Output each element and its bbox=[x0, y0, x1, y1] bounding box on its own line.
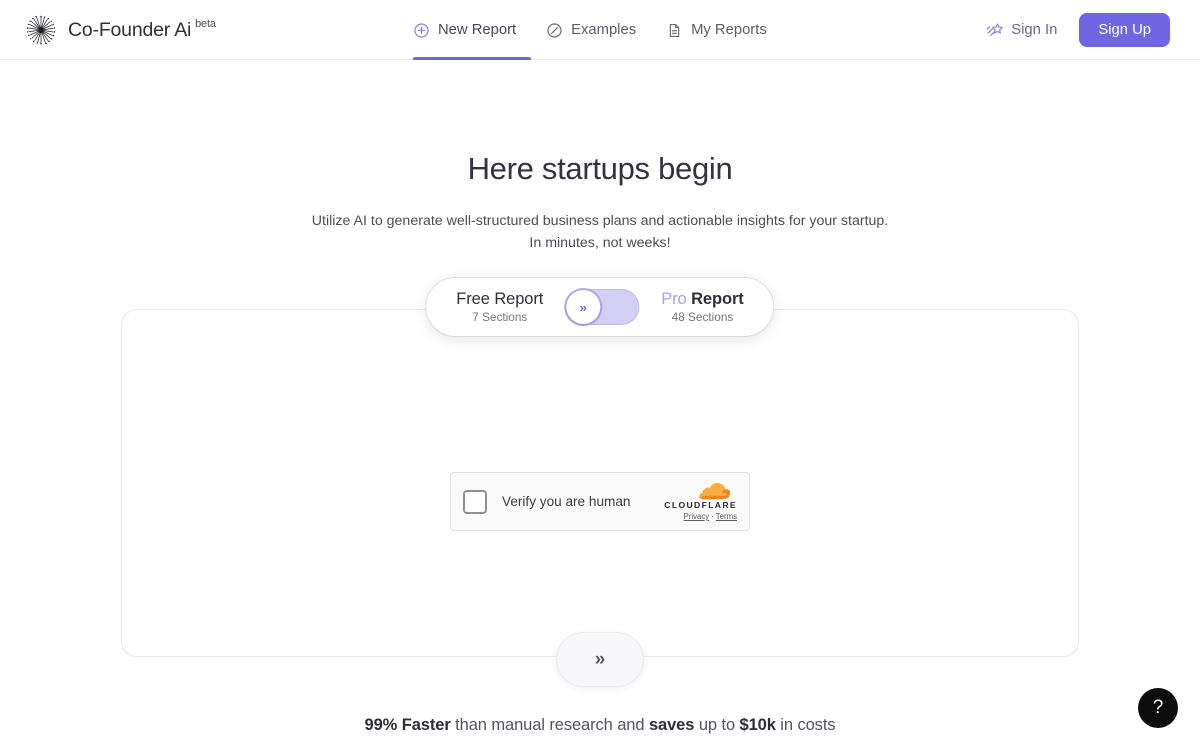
next-step-button[interactable]: » bbox=[556, 632, 644, 687]
question-mark-icon: ? bbox=[1152, 697, 1164, 718]
nav-label-examples: Examples bbox=[571, 22, 637, 38]
footnote-text-3: in costs bbox=[775, 716, 836, 734]
footnote-bold-saves: saves bbox=[648, 716, 695, 734]
nav-item-my-reports[interactable]: My Reports bbox=[651, 0, 782, 60]
privacy-link[interactable]: Privacy bbox=[684, 512, 710, 521]
header-actions: Sign In Sign Up bbox=[986, 0, 1170, 60]
plan-toggle-knob: » bbox=[566, 290, 601, 324]
hero-subtitle: Utilize AI to generate well-structured b… bbox=[0, 211, 1200, 254]
plan-free-title: Free Report bbox=[456, 289, 544, 308]
sign-in-button[interactable]: Sign In bbox=[986, 21, 1057, 39]
compass-icon bbox=[547, 22, 562, 38]
plan-toggle: Free Report 7 Sections » Pro Report 48 S… bbox=[426, 278, 774, 336]
app-header: Co-Founder Ai beta New Report Examples M… bbox=[0, 0, 1200, 60]
cloudflare-wordmark: CLOUDFLARE bbox=[664, 500, 737, 511]
hero-subtitle-line-1: Utilize AI to generate well-structured b… bbox=[311, 213, 889, 230]
hero-section: Here startups begin Utilize AI to genera… bbox=[0, 60, 1200, 254]
main-nav: New Report Examples My Reports bbox=[413, 0, 782, 60]
help-button[interactable]: ? bbox=[1138, 688, 1178, 728]
footnote-text-2: up to bbox=[694, 716, 740, 734]
footnote-bold-amount: $10k bbox=[739, 716, 776, 734]
cloudflare-links: Privacy · Terms bbox=[684, 511, 737, 521]
plan-toggle-switch[interactable]: » bbox=[565, 289, 640, 325]
verify-human-label: Verify you are human bbox=[502, 494, 631, 509]
sign-up-button[interactable]: Sign Up bbox=[1079, 13, 1170, 47]
plan-pro-title-rest: Report bbox=[686, 289, 744, 308]
double-chevron-right-icon: » bbox=[594, 648, 606, 670]
footnote-text-1: than manual research and bbox=[450, 716, 649, 734]
brand-title: Co-Founder Ai beta bbox=[68, 17, 216, 42]
footnote-bold-faster: 99% Faster bbox=[364, 716, 451, 734]
plan-free-sections: 7 Sections bbox=[472, 310, 528, 325]
plan-toggle-pill: Free Report 7 Sections » Pro Report 48 S… bbox=[426, 278, 774, 336]
shooting-star-icon bbox=[986, 23, 1003, 37]
cloudflare-turnstile-widget: Verify you are human CLOUDFLARE Privacy ·… bbox=[450, 472, 750, 531]
cloudflare-cloud-icon bbox=[699, 483, 731, 500]
verify-human-checkbox[interactable] bbox=[463, 489, 487, 514]
terms-link[interactable]: Terms bbox=[716, 512, 737, 521]
value-proposition-footnote: 99% Faster than manual research and save… bbox=[0, 716, 1200, 735]
document-icon bbox=[669, 23, 680, 37]
sign-in-label: Sign In bbox=[1011, 22, 1058, 38]
hero-subtitle-line-2: In minutes, not weeks! bbox=[529, 234, 671, 251]
nav-item-examples[interactable]: Examples bbox=[531, 0, 651, 60]
plan-pro-title: Pro Report bbox=[661, 289, 744, 308]
plus-circle-icon bbox=[414, 22, 429, 38]
nav-item-new-report[interactable]: New Report bbox=[413, 0, 532, 60]
double-chevron-right-icon: » bbox=[579, 299, 587, 315]
nav-label-new-report: New Report bbox=[438, 22, 517, 38]
plan-pro-title-accent: Pro bbox=[661, 289, 687, 308]
plan-pro-sections: 48 Sections bbox=[671, 310, 734, 325]
cloudflare-branding: CLOUDFLARE Privacy · Terms bbox=[664, 482, 737, 520]
starburst-logo-icon bbox=[26, 15, 56, 45]
page-title: Here startups begin bbox=[467, 151, 733, 186]
brand-logo-link[interactable]: Co-Founder Ai beta bbox=[26, 0, 216, 60]
plan-option-pro[interactable]: Pro Report 48 Sections bbox=[661, 289, 744, 325]
brand-beta-badge: beta bbox=[195, 17, 216, 30]
nav-label-my-reports: My Reports bbox=[691, 22, 767, 38]
plan-option-free[interactable]: Free Report 7 Sections bbox=[456, 290, 543, 325]
link-separator: · bbox=[711, 511, 714, 521]
brand-name: Co-Founder Ai bbox=[68, 18, 192, 41]
